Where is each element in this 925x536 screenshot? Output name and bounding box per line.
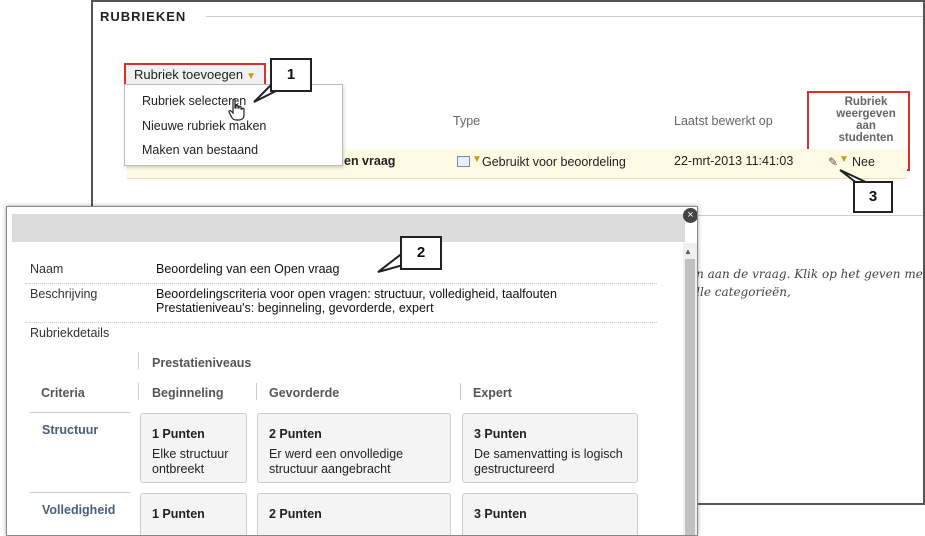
rubric-date: 22-mrt-2013 11:41:03	[674, 154, 794, 168]
rubric-name[interactable]: en vraag	[344, 154, 395, 168]
cell-points: 2 Punten	[269, 507, 322, 521]
pencil-icon: ✎	[828, 155, 839, 169]
criterion-completeness: Volledigheid	[42, 503, 116, 517]
menu-item-new[interactable]: Nieuwe rubriek maken	[142, 119, 266, 133]
criteria-header: Criteria	[41, 386, 85, 400]
rubric-show-value: Nee	[852, 155, 875, 169]
level-header-expert: Expert	[473, 386, 512, 400]
background-text: en aan de vraag. Klik op het geven met a…	[689, 267, 925, 299]
name-label: Naam	[30, 262, 64, 276]
panel-title: RUBRIEKEN	[100, 9, 187, 24]
chevron-down-icon[interactable]: ▼	[472, 154, 482, 165]
cell-description: Elke structuur ontbreekt	[152, 447, 229, 476]
callout-3: 3	[853, 181, 893, 213]
description-line-2: Prestatieniveau's: beginneling, gevorder…	[156, 301, 434, 315]
name-value: Beoordeling van een Open vraag	[156, 262, 340, 276]
table-icon	[457, 156, 470, 167]
add-rubric-label: Rubriek toevoegen	[134, 67, 244, 82]
rubric-cell: 2 Punten	[257, 493, 451, 535]
levels-header: Prestatieniveaus	[152, 356, 252, 370]
description-label: Beschrijving	[30, 287, 98, 301]
divider	[25, 322, 657, 323]
rubric-cell: 1 Punten Elke structuur ontbreekt	[140, 413, 247, 483]
rubric-cell: 1 Punten	[140, 493, 247, 535]
column-divider	[138, 383, 139, 400]
cell-points: 2 Punten	[269, 427, 322, 441]
close-icon[interactable]: ×	[683, 208, 697, 223]
rubric-cell: 2 Punten Er werd een onvolledige structu…	[257, 413, 451, 483]
column-divider	[256, 383, 257, 400]
rubric-details-label: Rubriekdetails	[30, 326, 110, 340]
row-divider	[30, 412, 130, 413]
dialog-title-bar	[12, 214, 685, 242]
rubric-cell: 3 Punten De samenvatting is logisch gest…	[462, 413, 638, 483]
column-divider	[138, 352, 139, 369]
column-header-type[interactable]: Type	[453, 114, 480, 128]
cell-points: 1 Punten	[152, 507, 205, 521]
cell-description: Er werd een onvolledige structuur aangeb…	[269, 447, 404, 476]
callout-1: 1	[270, 58, 312, 92]
column-header-date[interactable]: Laatst bewerkt op	[674, 114, 773, 128]
level-header-intermediate: Gevorderde	[269, 386, 340, 400]
cell-points: 3 Punten	[474, 427, 527, 441]
level-header-beginner: Beginneling	[152, 386, 224, 400]
description-line-1: Beoordelingscriteria voor open vragen: s…	[156, 287, 557, 301]
cell-points: 1 Punten	[152, 427, 205, 441]
cell-description: De samenvatting is logisch gestructureer…	[474, 447, 623, 476]
hand-cursor-icon	[228, 98, 245, 121]
add-rubric-button[interactable]: Rubriek toevoegen ▼	[124, 63, 267, 86]
rubric-details-dialog: × Naam Beoordeling van een Open vraag Be…	[6, 206, 698, 536]
criterion-structure: Structuur	[42, 423, 99, 437]
scrollbar-thumb[interactable]	[685, 259, 695, 535]
column-divider	[460, 383, 461, 400]
rubric-type: Gebruikt voor beoordeling	[482, 155, 626, 169]
menu-item-from-existing[interactable]: Maken van bestaand	[142, 143, 258, 157]
scroll-up-icon[interactable]: ▲	[684, 247, 692, 256]
title-divider	[206, 16, 923, 17]
callout-2: 2	[400, 236, 442, 270]
rubric-cell: 3 Punten	[462, 493, 638, 535]
chevron-down-icon[interactable]: ▼	[839, 154, 849, 165]
row-divider	[30, 492, 130, 493]
cell-points: 3 Punten	[474, 507, 527, 521]
divider	[25, 283, 657, 284]
